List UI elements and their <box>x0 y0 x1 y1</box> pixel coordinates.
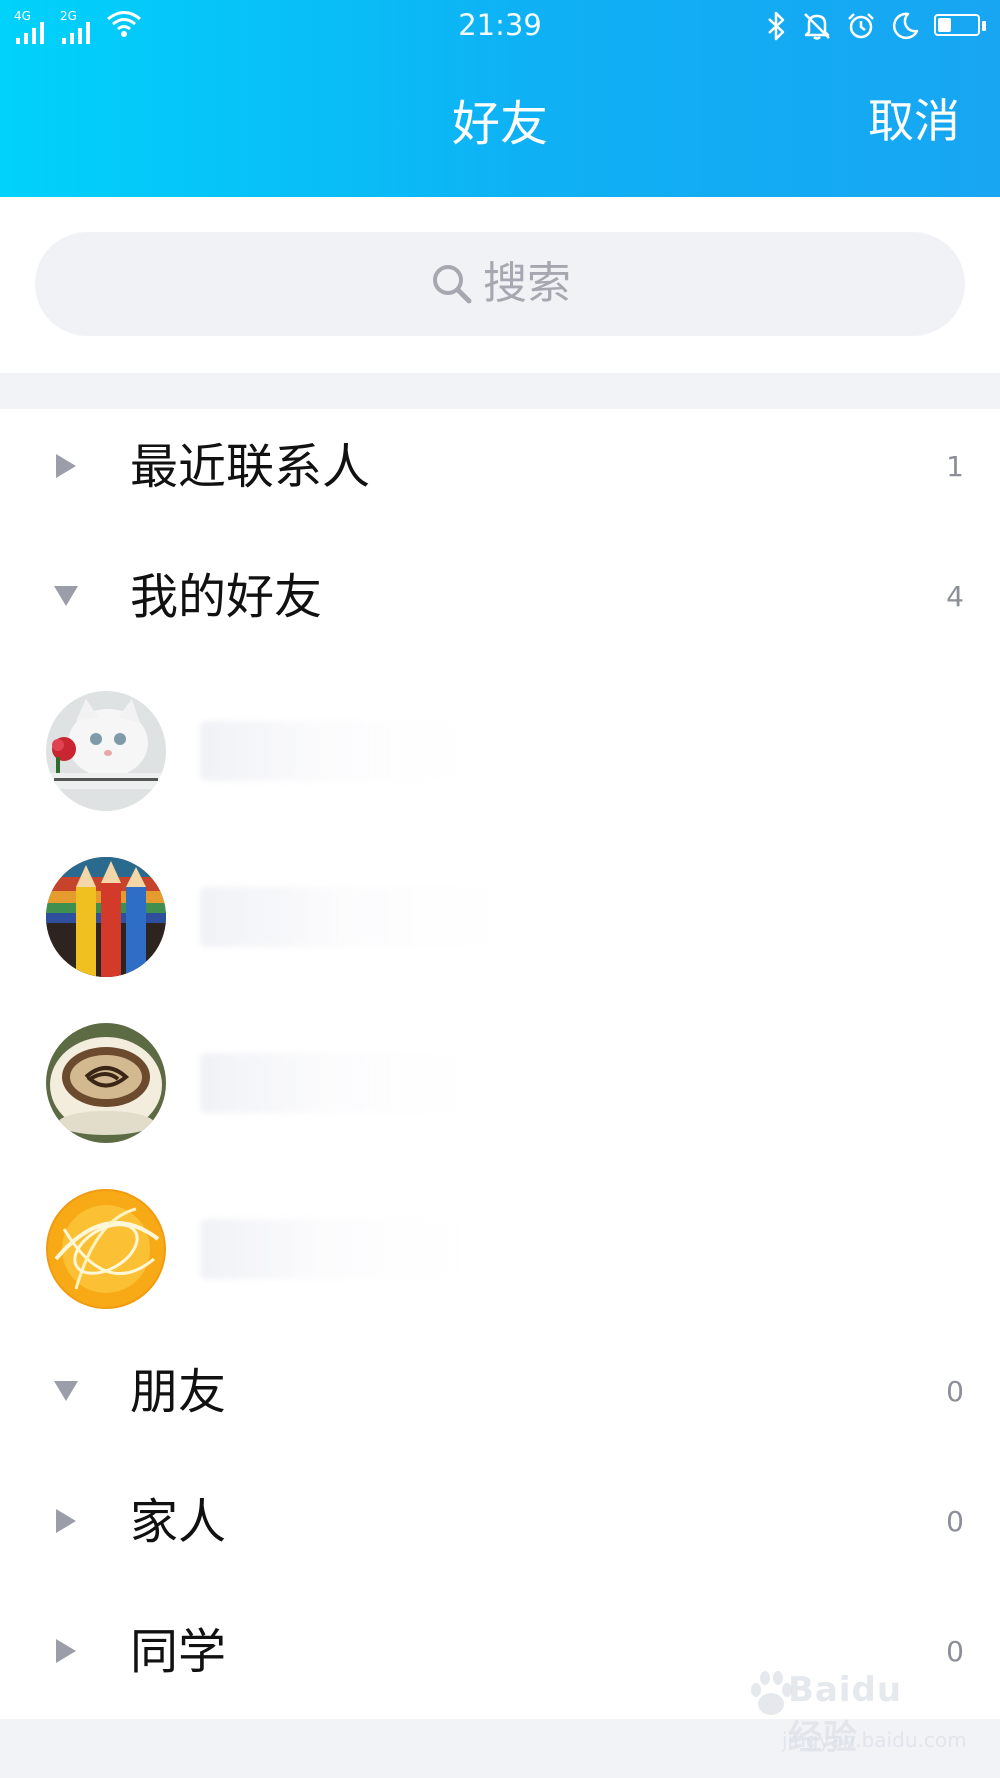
group-row-friends[interactable]: 朋友 0 <box>0 1334 1000 1464</box>
do-not-disturb-moon-icon <box>892 12 919 40</box>
search-input[interactable]: 搜索 <box>35 232 965 336</box>
battery-cap <box>982 21 986 31</box>
friend-row[interactable] <box>0 835 1000 1001</box>
section-divider <box>0 373 1000 409</box>
friend-row[interactable] <box>0 1167 1000 1333</box>
page-title: 好友 <box>451 96 548 152</box>
group-count: 4 <box>946 580 964 613</box>
friend-name-blurred <box>200 887 500 947</box>
chevron-down-icon <box>54 1381 78 1401</box>
chevron-down-icon <box>54 586 78 606</box>
group-label: 朋友 <box>130 1364 227 1420</box>
coffee-cup-avatar <box>46 1023 166 1143</box>
chevron-right-icon <box>56 1639 76 1663</box>
chevron-right-icon <box>56 454 76 478</box>
search-placeholder: 搜索 <box>483 258 571 309</box>
group-count: 1 <box>946 450 964 483</box>
search-section: 搜索 <box>0 197 1000 373</box>
friends-screen: 4G 2G 21:39 好友 取消 搜索 最近联系人 1 我的好友 4 朋友 0… <box>0 0 1000 1778</box>
group-row-recent-contacts[interactable]: 最近联系人 1 <box>0 409 1000 539</box>
search-icon <box>433 265 472 304</box>
group-label: 最近联系人 <box>130 439 371 495</box>
watermark-sub: jingyan.baidu.com <box>782 1728 967 1752</box>
group-row-family[interactable]: 家人 0 <box>0 1464 1000 1594</box>
header: 4G 2G 21:39 好友 取消 <box>0 0 1000 197</box>
battery-icon <box>934 14 986 38</box>
colored-pencils-avatar <box>46 857 166 977</box>
baidu-jingyan-watermark: Baidu 经验 jingyan.baidu.com <box>748 1668 967 1768</box>
group-count: 0 <box>946 1635 964 1668</box>
friend-name-blurred <box>200 1219 460 1279</box>
group-label: 同学 <box>130 1624 227 1680</box>
status-bar: 4G 2G 21:39 <box>0 0 1000 52</box>
group-row-my-friends[interactable]: 我的好友 4 <box>0 539 1000 669</box>
bluetooth-icon <box>768 11 785 41</box>
group-count: 0 <box>946 1375 964 1408</box>
group-label: 我的好友 <box>130 569 323 625</box>
friend-row[interactable] <box>0 669 1000 835</box>
friend-row[interactable] <box>0 1001 1000 1167</box>
status-icons <box>766 8 986 44</box>
alarm-icon <box>848 13 874 39</box>
orange-abstract-avatar <box>46 1189 166 1309</box>
cancel-button[interactable]: 取消 <box>868 93 960 149</box>
friend-name-blurred <box>200 721 470 781</box>
white-kitten-avatar <box>46 691 166 811</box>
group-label: 家人 <box>130 1494 227 1550</box>
mute-bell-icon <box>804 13 830 40</box>
chevron-right-icon <box>56 1509 76 1533</box>
battery-fill <box>938 18 951 32</box>
friend-group-list: 最近联系人 1 我的好友 4 朋友 0 家人 0 同学 0 <box>0 409 1000 1719</box>
friend-name-blurred <box>200 1053 470 1113</box>
group-count: 0 <box>946 1505 964 1538</box>
search-inner: 搜索 <box>429 258 571 310</box>
